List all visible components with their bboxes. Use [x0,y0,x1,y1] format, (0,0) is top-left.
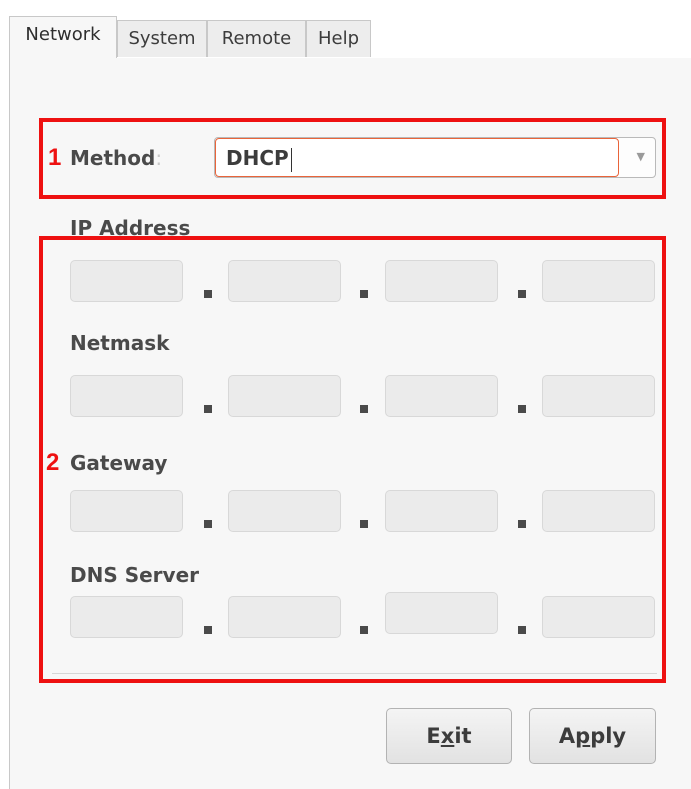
method-value: DHCP [226,146,289,170]
gateway-label: Gateway [70,451,168,475]
gateway-octet-4[interactable] [542,490,655,532]
gateway-octet-3[interactable] [385,490,498,532]
ip-address-octet-2[interactable] [228,260,341,302]
octet-separator [204,290,212,298]
netmask-octet-4[interactable] [542,375,655,417]
tab-remote-label: Remote [221,28,292,49]
tab-help[interactable]: Help [306,20,371,57]
octet-separator [204,405,212,413]
ip-address-octet-4[interactable] [542,260,655,302]
octet-separator [518,405,526,413]
method-label: Method: [70,146,163,170]
method-combobox[interactable]: DHCP ▼ [214,137,656,178]
netmask-octet-3[interactable] [385,375,498,417]
exit-button[interactable]: Exit [386,708,512,764]
octet-separator [518,290,526,298]
tab-help-label: Help [317,28,360,49]
netmask-octet-2[interactable] [228,375,341,417]
gateway-octet-1[interactable] [70,490,183,532]
text-cursor [290,147,292,172]
dns-server-octet-4[interactable] [542,596,655,638]
highlight-number-2: 2 [46,449,60,476]
dns-server-label: DNS Server [70,563,200,587]
octet-separator [518,626,526,634]
tab-bar: Network System Remote Help [9,16,691,59]
tab-network-label: Network [25,24,101,45]
octet-separator [360,290,368,298]
netmask-octet-1[interactable] [70,375,183,417]
octet-separator [360,520,368,528]
octet-separator [204,626,212,634]
gateway-octet-2[interactable] [228,490,341,532]
netmask-label: Netmask [70,331,170,355]
ip-address-label: IP Address [70,216,191,240]
tab-system[interactable]: System [117,20,207,57]
octet-separator [360,405,368,413]
dns-server-octet-1[interactable] [70,596,183,638]
divider [52,673,657,674]
dns-server-octet-2[interactable] [228,596,341,638]
tab-remote[interactable]: Remote [207,20,306,57]
octet-separator [204,520,212,528]
tab-system-label: System [128,28,196,49]
method-entry[interactable]: DHCP [215,138,619,177]
ip-address-octet-1[interactable] [70,260,183,302]
dns-server-octet-3[interactable] [385,592,498,634]
chevron-down-icon[interactable]: ▼ [637,150,645,163]
octet-separator [360,626,368,634]
highlight-number-1: 1 [48,144,62,171]
octet-separator [518,520,526,528]
ip-address-octet-3[interactable] [385,260,498,302]
tab-network[interactable]: Network [9,16,117,59]
apply-button[interactable]: Apply [529,708,656,764]
